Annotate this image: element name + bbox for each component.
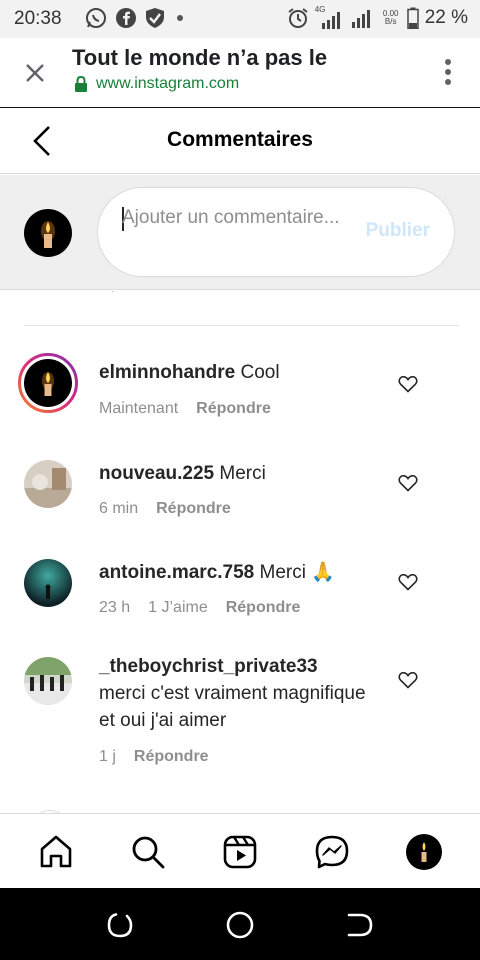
comment-text: Merci	[219, 463, 266, 484]
reply-button[interactable]: Répondre	[134, 748, 209, 766]
dot-icon	[177, 15, 183, 21]
comment-placeholder: Ajouter un commentaire...	[122, 207, 340, 228]
comment-body: elminnohandre Cool	[99, 359, 379, 386]
network-speed: 0.00 B/s	[382, 9, 399, 26]
url-bar[interactable]: www.instagram.com	[74, 75, 239, 93]
profile-avatar[interactable]	[406, 834, 442, 870]
comment-time: 1 j	[99, 748, 116, 765]
messenger-icon[interactable]	[314, 834, 350, 870]
reply-button[interactable]: Répondre	[226, 599, 301, 617]
like-count[interactable]: 1 J’aime	[148, 599, 208, 617]
home-icon[interactable]	[38, 834, 74, 870]
whatsapp-icon	[86, 8, 106, 28]
partial-comment-meta: 3 j	[99, 291, 116, 293]
status-bar: 20:38 4G 0.00 B/s 22 %	[0, 0, 480, 38]
header-title: Commentaires	[167, 128, 313, 151]
comment-username[interactable]: _theboychrist_private33	[99, 656, 318, 677]
story-ring-avatar[interactable]	[18, 353, 78, 413]
comment-time: 6 min	[99, 500, 139, 517]
comment-text: Cool	[240, 362, 280, 383]
bottom-nav	[0, 813, 480, 888]
comment-username[interactable]: nouveau.225	[99, 463, 214, 484]
alarm-icon	[288, 8, 308, 28]
comment-text: merci c'est vraiment magnifique et oui j…	[99, 683, 366, 731]
page-title: Tout le monde n’a pas le	[72, 45, 328, 70]
comment-time: Maintenant	[99, 400, 179, 417]
reply-button[interactable]: Répondre	[196, 400, 271, 418]
signal-icon	[351, 10, 370, 28]
battery-level: 22 %	[424, 7, 468, 28]
more-vert-icon[interactable]	[444, 58, 452, 86]
custom-tab-toolbar: Tout le monde n’a pas le www.instagram.c…	[0, 38, 480, 108]
comment-input[interactable]: Ajouter un commentaire... Publier	[97, 187, 455, 277]
post-button[interactable]: Publier	[366, 220, 430, 242]
reels-icon[interactable]	[222, 834, 258, 870]
comment-text: Merci 🙏	[259, 562, 335, 583]
comments-list[interactable]: 3 j elminnohandre Cool Maintenant Répond…	[0, 291, 480, 813]
back-button-icon[interactable]	[345, 910, 375, 940]
user-avatar[interactable]	[24, 559, 72, 607]
comment-username[interactable]: elminnohandre	[99, 362, 235, 383]
comment-username[interactable]: antoine.marc.758	[99, 562, 254, 583]
battery-icon	[406, 7, 419, 29]
system-nav-bar	[0, 888, 480, 960]
lock-icon	[75, 76, 87, 92]
divider	[24, 325, 459, 326]
comment-time: 23 h	[99, 599, 131, 616]
close-icon[interactable]	[22, 60, 48, 86]
reply-button[interactable]: Répondre	[156, 500, 231, 518]
status-time: 20:38	[14, 8, 62, 29]
user-avatar[interactable]	[24, 460, 72, 508]
recent-apps-icon[interactable]	[105, 910, 135, 940]
shield-icon	[146, 8, 164, 28]
heart-icon[interactable]	[398, 671, 418, 689]
user-avatar[interactable]	[24, 657, 72, 705]
signal-icon	[321, 12, 340, 29]
heart-icon[interactable]	[398, 375, 418, 393]
search-icon[interactable]	[130, 834, 166, 870]
comment-body: _theboychrist_private33 merci c'est vrai…	[99, 653, 379, 734]
url-text: www.instagram.com	[96, 75, 240, 92]
comment-composer: Ajouter un commentaire... Publier	[0, 175, 480, 290]
heart-icon[interactable]	[398, 474, 418, 492]
candle-avatar	[24, 209, 72, 257]
comments-header: Commentaires	[0, 108, 480, 174]
comment-body: nouveau.225 Merci	[99, 460, 379, 487]
comment-body: antoine.marc.758 Merci 🙏	[99, 559, 379, 586]
home-button-icon[interactable]	[225, 910, 255, 940]
heart-icon[interactable]	[398, 573, 418, 591]
facebook-icon	[116, 8, 136, 28]
